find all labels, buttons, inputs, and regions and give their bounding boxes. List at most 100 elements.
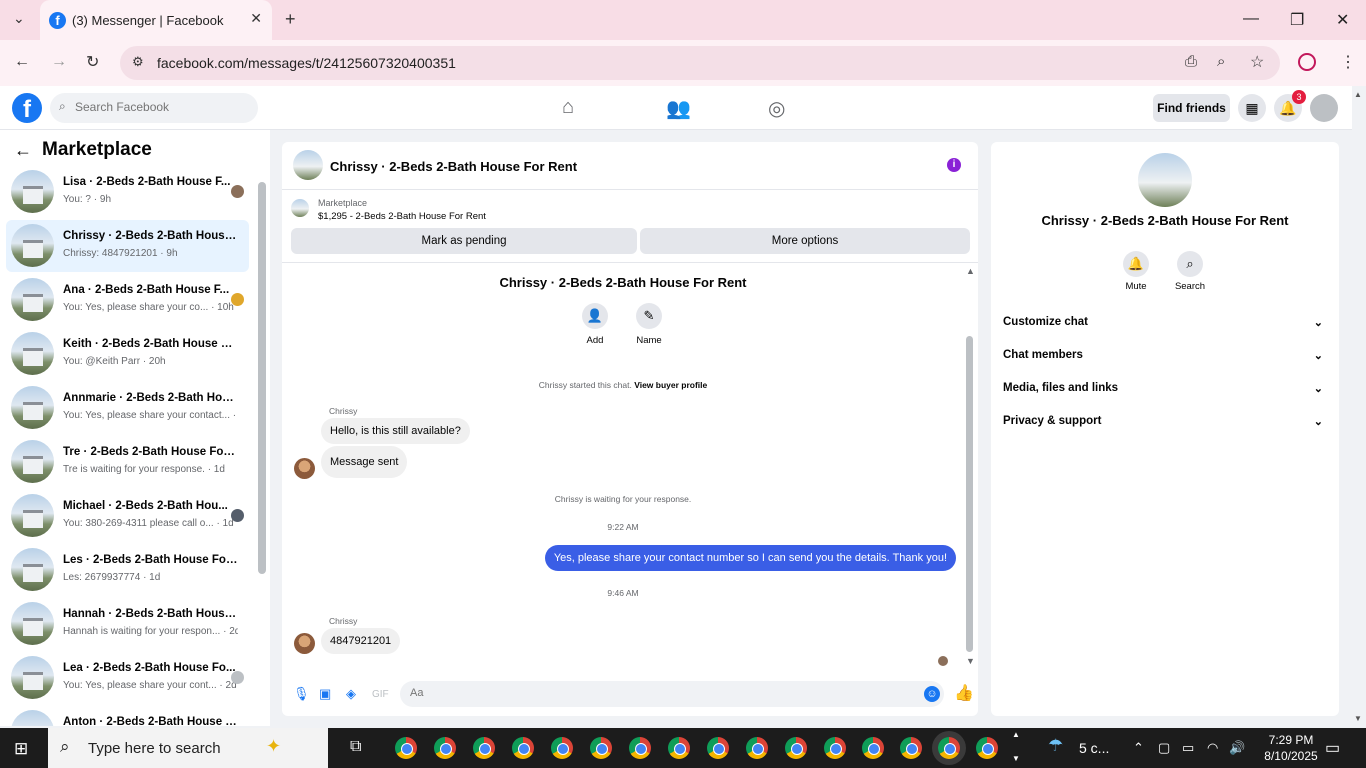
chrome-app-icon[interactable] [707, 737, 729, 759]
conversation-item[interactable]: Hannah · 2-Beds 2-Bath House ... Hannah … [6, 598, 249, 650]
scroll-down-icon[interactable]: ▼ [966, 656, 975, 666]
task-view-icon[interactable]: ⧉ [350, 738, 361, 756]
tab-close-icon[interactable]: ✕ [250, 10, 262, 27]
chrome-app-icon[interactable] [668, 737, 690, 759]
chrome-app-icon[interactable] [590, 737, 612, 759]
emoji-icon[interactable]: ☺ [924, 686, 940, 702]
add-person-icon[interactable]: 👤 [582, 303, 608, 329]
listing-avatar[interactable] [1138, 153, 1192, 207]
more-options-button[interactable]: More options [640, 228, 970, 254]
tab-search-icon[interactable]: ⌄ [13, 10, 25, 27]
gif-icon[interactable]: GIF [372, 689, 389, 700]
chrome-app-icon[interactable] [629, 737, 651, 759]
home-icon[interactable]: ⌂ [562, 96, 574, 119]
conversation-list-scrollbar[interactable] [258, 182, 266, 574]
conversation-item[interactable]: Chrissy · 2-Beds 2-Bath House F... Chris… [6, 220, 249, 272]
chat-listing-avatar[interactable] [293, 150, 323, 180]
scroll-up-icon[interactable]: ▲ [966, 266, 975, 276]
battery-icon[interactable]: ▭ [1182, 740, 1194, 756]
chrome-app-icon[interactable] [900, 737, 922, 759]
find-friends-button[interactable]: Find friends [1153, 94, 1230, 122]
meet-now-icon[interactable]: ▢ [1158, 740, 1170, 756]
bookmark-star-icon[interactable]: ☆ [1250, 52, 1264, 72]
microphone-icon[interactable]: 🎙 [293, 686, 310, 702]
page-scroll-up-icon[interactable]: ▲ [1354, 90, 1362, 99]
restore-icon[interactable]: ❐ [1290, 10, 1304, 30]
chat-scrollbar[interactable] [966, 336, 973, 652]
show-hidden-icons-icon[interactable]: ⌃ [1133, 740, 1144, 756]
incoming-message[interactable]: Message sent [321, 446, 408, 478]
reload-icon[interactable]: ↻ [86, 52, 99, 72]
buyer-avatar[interactable] [294, 458, 315, 479]
page-scroll-down-icon[interactable]: ▼ [1354, 714, 1362, 723]
window-close-icon[interactable]: ✕ [1336, 10, 1349, 30]
forward-icon[interactable]: → [51, 53, 67, 71]
conversation-item[interactable]: Lisa · 2-Beds 2-Bath House F... You: ? ·… [6, 166, 249, 218]
sticker-icon[interactable]: ◈ [346, 686, 356, 702]
conversation-item[interactable]: Keith · 2-Beds 2-Bath House Fo... You: @… [6, 328, 249, 380]
chrome-app-icon[interactable] [551, 737, 573, 759]
outgoing-message[interactable]: Yes, please share your contact number so… [544, 545, 956, 571]
mark-as-pending-button[interactable]: Mark as pending [291, 228, 637, 254]
buyer-avatar[interactable] [294, 633, 315, 654]
customize-chat-section[interactable]: Customize chat ⌄ [1003, 316, 1329, 338]
back-icon[interactable]: ← [14, 53, 30, 71]
chrome-app-icon-active[interactable] [938, 737, 960, 759]
friends-icon[interactable]: 👥 [666, 96, 691, 121]
groups-icon[interactable]: ◎ [768, 96, 785, 121]
search-icon[interactable]: ⌕ [1177, 251, 1203, 277]
taskbar-scroll-down-icon[interactable]: ▼ [1012, 754, 1020, 763]
chrome-app-icon[interactable] [512, 737, 534, 759]
weather-text[interactable]: 5 c... [1079, 740, 1109, 756]
chrome-app-icon[interactable] [473, 737, 495, 759]
wifi-icon[interactable]: ◠ [1207, 740, 1218, 756]
menu-kebab-icon[interactable]: ⋮ [1340, 52, 1356, 72]
view-buyer-profile-link[interactable]: View buyer profile [634, 380, 707, 390]
site-info-icon[interactable]: ⚙ [132, 54, 144, 70]
like-thumb-icon[interactable]: 👍 [954, 683, 974, 703]
message-input[interactable] [410, 687, 890, 699]
install-app-icon[interactable]: ⎙ [1185, 53, 1197, 70]
conversation-item[interactable]: Les · 2-Beds 2-Bath House For ... Les: 2… [6, 544, 249, 596]
search-input[interactable] [75, 100, 245, 114]
listing-price[interactable]: $1,295 - 2-Beds 2-Bath House For Rent [318, 211, 486, 222]
conversation-item[interactable]: Ana · 2-Beds 2-Bath House F... You: Yes,… [6, 274, 249, 326]
taskbar-scroll-up-icon[interactable]: ▲ [1012, 730, 1020, 739]
incoming-message[interactable]: Hello, is this still available? [321, 418, 470, 444]
minimize-icon[interactable]: — [1243, 10, 1259, 28]
conversation-item[interactable]: Anton · 2-Beds 2-Bath House F... [6, 706, 249, 726]
chat-members-section[interactable]: Chat members ⌄ [1003, 349, 1329, 371]
new-tab-icon[interactable]: + [285, 9, 296, 30]
info-icon[interactable]: i [947, 158, 961, 172]
photo-icon[interactable]: ▣ [319, 686, 331, 702]
back-arrow-icon[interactable]: ← [14, 140, 32, 161]
chrome-app-icon[interactable] [746, 737, 768, 759]
facebook-search[interactable]: ⌕ [50, 93, 258, 123]
taskbar-search[interactable]: ⌕ Type here to search ✦ [48, 728, 328, 768]
mute-bell-icon[interactable]: 🔔 [1123, 251, 1149, 277]
edit-name-icon[interactable]: ✎ [636, 303, 662, 329]
conversation-item[interactable]: Tre · 2-Beds 2-Bath House For R... Tre i… [6, 436, 249, 488]
menu-grid-icon[interactable]: ▦ [1238, 94, 1266, 122]
chrome-app-icon[interactable] [824, 737, 846, 759]
chrome-app-icon[interactable] [434, 737, 456, 759]
chrome-app-icon[interactable] [862, 737, 884, 759]
conversation-item[interactable]: Michael · 2-Beds 2-Bath Hou... You: 380-… [6, 490, 249, 542]
zoom-icon[interactable]: ⌕ [1217, 53, 1225, 70]
volume-icon[interactable]: 🔊 [1229, 740, 1245, 756]
chrome-app-icon[interactable] [785, 737, 807, 759]
privacy-support-section[interactable]: Privacy & support ⌄ [1003, 415, 1329, 437]
system-clock[interactable]: 7:29 PM 8/10/2025 [1256, 732, 1326, 764]
account-avatar[interactable] [1310, 94, 1338, 122]
conversation-item[interactable]: Lea · 2-Beds 2-Bath House Fo... You: Yes… [6, 652, 249, 704]
conversation-item[interactable]: Annmarie · 2-Beds 2-Bath Hous... You: Ye… [6, 382, 249, 434]
chrome-app-icon[interactable] [976, 737, 998, 759]
facebook-logo-icon[interactable]: f [12, 93, 42, 123]
notification-center-icon[interactable]: ▭ [1325, 738, 1340, 758]
chrome-app-icon[interactable] [395, 737, 417, 759]
weather-umbrella-icon[interactable]: ☂ [1048, 736, 1063, 756]
browser-tab[interactable]: f (3) Messenger | Facebook ✕ [40, 0, 272, 40]
profile-icon[interactable] [1298, 53, 1316, 71]
message-composer[interactable]: ☺ [400, 681, 944, 707]
windows-start-icon[interactable]: ⊞ [14, 739, 28, 759]
